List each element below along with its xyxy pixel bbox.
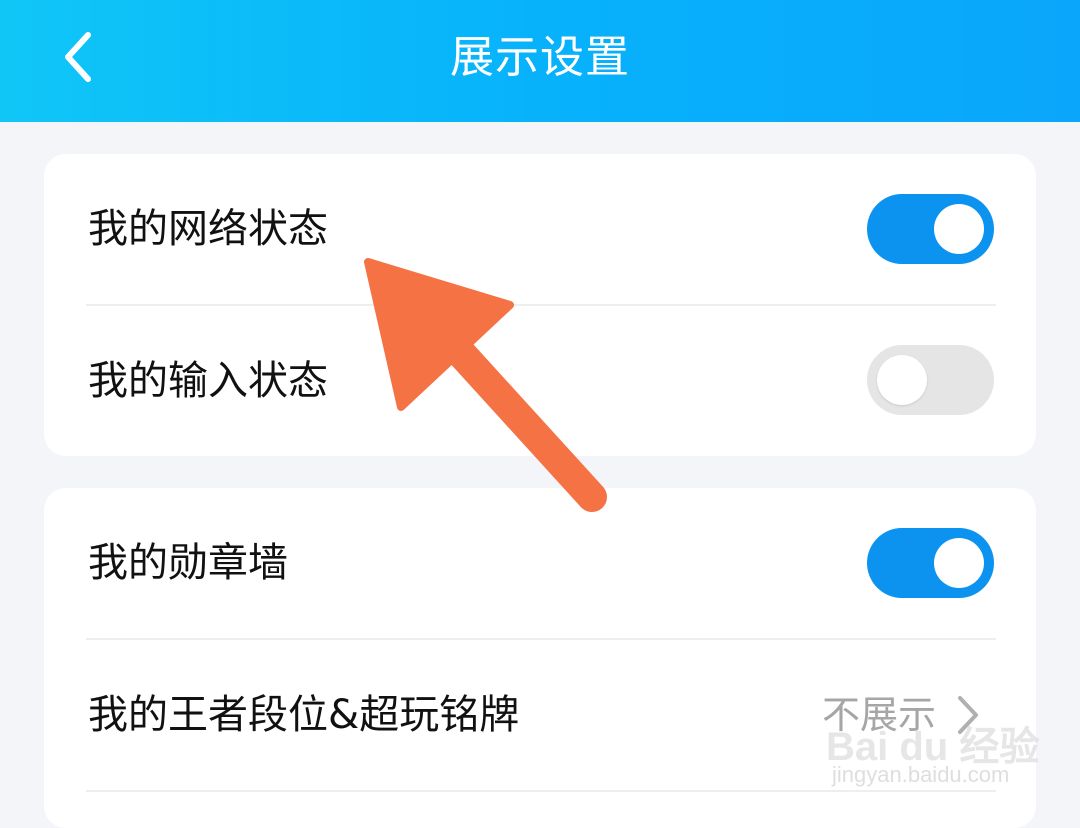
input-status-toggle[interactable]: [867, 345, 994, 415]
settings-group-profile: 我的勋章墙 我的王者段位&超玩铭牌 不展示: [44, 488, 1036, 828]
network-status-toggle[interactable]: [867, 194, 994, 264]
divider: [86, 790, 996, 792]
chevron-right-icon: [958, 696, 978, 734]
setting-row-medal-wall[interactable]: 我的勋章墙: [44, 488, 1036, 638]
settings-group-status: 我的网络状态 我的输入状态: [44, 154, 1036, 456]
toggle-knob: [934, 204, 984, 254]
setting-label: 我的输入状态: [88, 358, 328, 404]
toggle-knob: [877, 355, 927, 405]
top-bar: 展示设置: [0, 0, 1080, 122]
setting-value: 不展示: [821, 693, 936, 737]
setting-label: 我的勋章墙: [88, 540, 288, 586]
setting-row-network-status[interactable]: 我的网络状态: [44, 154, 1036, 304]
page-title: 展示设置: [450, 32, 630, 83]
setting-label: 我的王者段位&超玩铭牌: [88, 692, 520, 738]
setting-row-input-status[interactable]: 我的输入状态: [44, 306, 1036, 456]
back-button[interactable]: [48, 22, 108, 92]
medal-wall-toggle[interactable]: [867, 528, 994, 598]
chevron-left-icon: [65, 32, 91, 82]
toggle-knob: [934, 538, 984, 588]
setting-row-king-rank[interactable]: 我的王者段位&超玩铭牌 不展示: [44, 640, 1036, 790]
setting-label: 我的网络状态: [88, 206, 328, 252]
